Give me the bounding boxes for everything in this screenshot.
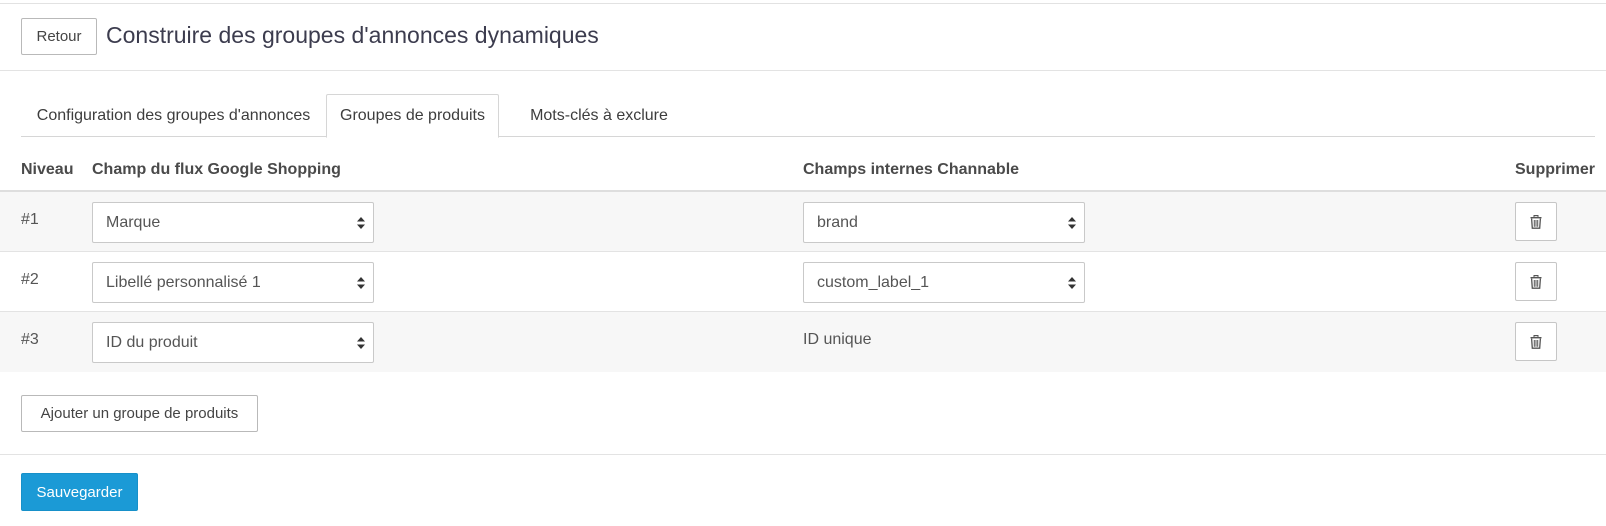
table-row: #2 Libellé personnalisé 1 custom_label_1 <box>0 252 1606 312</box>
level-label: #3 <box>21 331 39 348</box>
tab-product-groups[interactable]: Groupes de produits <box>326 94 499 138</box>
feed-field-select[interactable]: ID du produit <box>92 322 374 363</box>
select-value: ID du produit <box>106 333 198 351</box>
select-value: Marque <box>106 213 161 231</box>
feed-field-select[interactable]: Libellé personnalisé 1 <box>92 262 374 303</box>
trash-icon <box>1530 214 1542 229</box>
back-button[interactable]: Retour <box>21 18 97 55</box>
internal-field-select[interactable]: custom_label_1 <box>803 262 1085 303</box>
level-label: #2 <box>21 271 39 288</box>
feed-field-select[interactable]: Marque <box>92 202 374 243</box>
tab-bar: Configuration des groupes d'annonces Gro… <box>21 94 1595 138</box>
header-level: Niveau <box>21 161 74 178</box>
table-row: #1 Marque brand <box>0 192 1606 252</box>
sort-caret-icon <box>357 337 365 349</box>
trash-icon <box>1530 334 1542 349</box>
select-value: custom_label_1 <box>817 273 930 291</box>
trash-icon <box>1530 274 1542 289</box>
delete-row-button[interactable] <box>1515 202 1557 241</box>
header-internal-field: Champs internes Channable <box>803 161 1020 178</box>
sort-caret-icon <box>1068 217 1076 229</box>
delete-row-button[interactable] <box>1515 262 1557 301</box>
save-button[interactable]: Sauvegarder <box>21 473 138 511</box>
select-value: brand <box>817 213 858 231</box>
page-header: Retour Construire des groupes d'annonces… <box>0 4 1606 71</box>
page-title: Construire des groupes d'annonces dynami… <box>106 22 599 48</box>
header-delete: Supprimer <box>1515 161 1596 178</box>
header-feed-field: Champ du flux Google Shopping <box>92 161 341 178</box>
sort-caret-icon <box>1068 277 1076 289</box>
tab-ad-group-config[interactable]: Configuration des groupes d'annonces <box>21 94 326 137</box>
sort-caret-icon <box>357 277 365 289</box>
internal-field-value: ID unique <box>803 331 872 348</box>
sort-caret-icon <box>357 217 365 229</box>
tab-negative-keywords[interactable]: Mots-clés à exclure <box>499 94 699 137</box>
footer-divider <box>0 454 1606 455</box>
level-label: #1 <box>21 211 39 228</box>
delete-row-button[interactable] <box>1515 322 1557 361</box>
internal-field-select[interactable]: brand <box>803 202 1085 243</box>
add-product-group-button[interactable]: Ajouter un groupe de produits <box>21 395 258 432</box>
table-row: #3 ID du produit ID unique <box>0 312 1606 372</box>
select-value: Libellé personnalisé 1 <box>106 273 261 291</box>
